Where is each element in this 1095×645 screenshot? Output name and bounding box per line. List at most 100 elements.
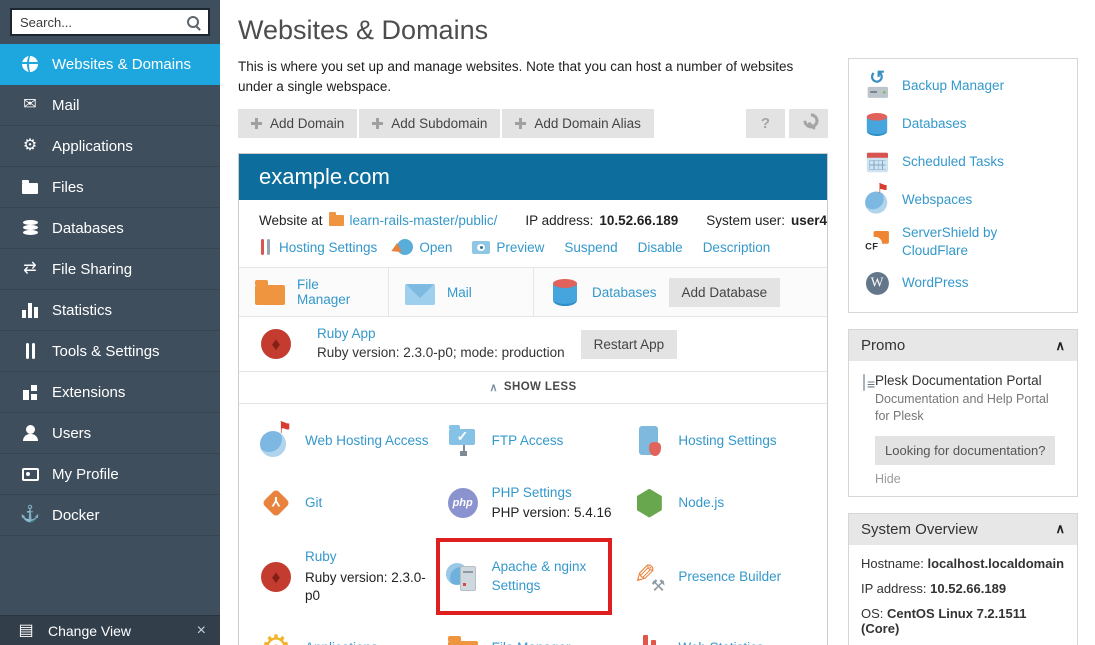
show-less-toggle[interactable]: ∧ SHOW LESS <box>239 372 827 404</box>
grid-item-web-hosting-access[interactable]: Web Hosting Access <box>259 424 434 458</box>
add-domain-alias-button[interactable]: Add Domain Alias <box>502 109 654 138</box>
add-subdomain-button[interactable]: Add Subdomain <box>359 109 500 138</box>
sidebar-item-statistics[interactable]: Statistics <box>0 290 220 331</box>
hostname-value: localhost.localdomain <box>928 556 1065 571</box>
promo-hide-link[interactable]: Hide <box>875 472 1065 486</box>
webspaces-globe-icon <box>865 188 889 212</box>
favorite-label: Databases <box>902 115 967 133</box>
promo-docs-button[interactable]: Looking for documentation? <box>875 436 1055 465</box>
grid-item-label: Node.js <box>678 494 724 512</box>
ruby-app-version: Ruby version: 2.3.0-p0; mode: production <box>317 344 565 363</box>
close-icon[interactable]: × <box>197 622 206 640</box>
sidebar-item-label: Statistics <box>52 302 112 319</box>
sidebar-item-websites-domains[interactable]: Websites & Domains <box>0 44 220 85</box>
grid-item-ruby[interactable]: Ruby Ruby version: 2.3.0-p0 <box>259 548 434 605</box>
globe-icon <box>18 56 42 72</box>
restart-app-button[interactable]: Restart App <box>581 330 678 359</box>
collapse-chevron-icon[interactable]: ∧ <box>1055 338 1065 354</box>
system-overview-header-label: System Overview <box>861 521 978 538</box>
sidebar-item-my-profile[interactable]: My Profile <box>0 454 220 495</box>
grid-item-hosting-settings[interactable]: Hosting Settings <box>632 424 807 458</box>
help-button[interactable]: ? <box>746 109 785 138</box>
preview-eye-icon <box>472 241 490 254</box>
sidebar-item-mail[interactable]: ✉ Mail <box>0 85 220 126</box>
grid-item-presence-builder[interactable]: Presence Builder <box>632 548 807 605</box>
system-user-value: user4 <box>791 213 827 228</box>
favorite-servershield[interactable]: ServerShield by CloudFlare <box>849 219 1077 264</box>
grid-item-git[interactable]: Git <box>259 484 434 522</box>
ip-value: 10.52.66.189 <box>599 213 678 228</box>
preview-link[interactable]: Preview <box>472 240 544 255</box>
ip-label: IP address: <box>861 581 927 596</box>
sidebar-item-docker[interactable]: ⚓ Docker <box>0 495 220 536</box>
right-column: Backup Manager Databases Scheduled Tasks… <box>848 58 1078 645</box>
system-overview-header[interactable]: System Overview ∧ <box>849 514 1077 545</box>
mail-icon: ✉ <box>18 97 42 113</box>
sidebar-item-users[interactable]: Users <box>0 413 220 454</box>
change-view-button[interactable]: ▤ Change View × <box>0 615 220 645</box>
grid-item-label: Web Hosting Access <box>305 432 429 450</box>
grid-item-applications[interactable]: Applications <box>259 631 434 645</box>
collapse-chevron-icon[interactable]: ∧ <box>1055 521 1065 537</box>
file-manager-tool[interactable]: File Manager <box>239 268 389 316</box>
add-domain-button[interactable]: Add Domain <box>238 109 357 138</box>
ruby-icon <box>259 327 293 361</box>
sidebar-item-databases[interactable]: Databases <box>0 208 220 249</box>
page-title: Websites & Domains <box>238 15 828 46</box>
database-icon <box>865 112 889 136</box>
suspend-link[interactable]: Suspend <box>564 240 617 255</box>
add-database-button[interactable]: Add Database <box>669 278 781 307</box>
sidebar: Websites & Domains ✉ Mail ⚙ Applications… <box>0 0 220 645</box>
sidebar-item-files[interactable]: Files <box>0 167 220 208</box>
sidebar-item-label: Mail <box>52 97 80 114</box>
settings-button[interactable] <box>789 109 828 138</box>
disable-label: Disable <box>638 240 683 255</box>
sidebar-item-label: File Sharing <box>52 261 132 278</box>
toolbar: Add Domain Add Subdomain Add Domain Alia… <box>238 109 828 138</box>
grid-item-web-statistics[interactable]: Web Statistics <box>632 631 807 645</box>
grid-item-apache-nginx-settings[interactable]: Apache & nginx Settings <box>446 548 621 605</box>
grid-item-ftp-access[interactable]: FTP Access <box>446 424 621 458</box>
calendar-icon <box>865 150 889 174</box>
search-icon[interactable] <box>186 15 201 30</box>
help-icon: ? <box>761 115 770 132</box>
ruby-app-link[interactable]: Ruby App <box>317 325 565 344</box>
hosting-settings-link[interactable]: Hosting Settings <box>259 239 377 255</box>
databases-tool[interactable]: Databases Add Database <box>534 268 827 316</box>
favorite-databases[interactable]: Databases <box>849 105 1077 143</box>
ip-label: IP address: <box>525 213 593 228</box>
mail-tool[interactable]: Mail <box>389 268 534 316</box>
system-user-segment: System user: user4 <box>706 213 827 228</box>
open-site-link[interactable]: Open <box>397 239 452 255</box>
promo-header[interactable]: Promo ∧ <box>849 330 1077 361</box>
sidebar-item-tools-settings[interactable]: Tools & Settings <box>0 331 220 372</box>
website-at-label: Website at <box>259 213 323 228</box>
favorite-webspaces[interactable]: Webspaces <box>849 181 1077 219</box>
favorite-scheduled-tasks[interactable]: Scheduled Tasks <box>849 143 1077 181</box>
sidebar-item-file-sharing[interactable]: ⇄ File Sharing <box>0 249 220 290</box>
applications-gear-icon <box>259 631 293 645</box>
add-database-label: Add Database <box>682 285 768 300</box>
grid-item-nodejs[interactable]: Node.js <box>632 484 807 522</box>
sidebar-item-label: Files <box>52 179 84 196</box>
favorite-label: Webspaces <box>902 191 972 209</box>
grid-item-file-manager[interactable]: File Manager <box>446 631 621 645</box>
mail-label: Mail <box>447 285 472 300</box>
plus-icon <box>251 118 262 129</box>
change-view-label: Change View <box>48 623 131 639</box>
git-icon <box>259 486 293 520</box>
sidebar-item-applications[interactable]: ⚙ Applications <box>0 126 220 167</box>
grid-item-label: Web Statistics <box>678 639 763 645</box>
grid-item-php-settings[interactable]: PHP Settings PHP version: 5.4.16 <box>446 484 621 522</box>
disable-link[interactable]: Disable <box>638 240 683 255</box>
favorite-wordpress[interactable]: WordPress <box>849 264 1077 302</box>
presence-builder-icon <box>632 560 666 594</box>
add-domain-alias-label: Add Domain Alias <box>534 116 641 131</box>
webroot-path-link[interactable]: learn-rails-master/public/ <box>350 213 498 228</box>
sidebar-item-extensions[interactable]: Extensions <box>0 372 220 413</box>
description-link[interactable]: Description <box>703 240 771 255</box>
search-input[interactable] <box>10 8 210 36</box>
grid-item-label: FTP Access <box>492 432 564 450</box>
favorite-backup-manager[interactable]: Backup Manager <box>849 67 1077 105</box>
file-manager-label: File Manager <box>297 277 374 307</box>
